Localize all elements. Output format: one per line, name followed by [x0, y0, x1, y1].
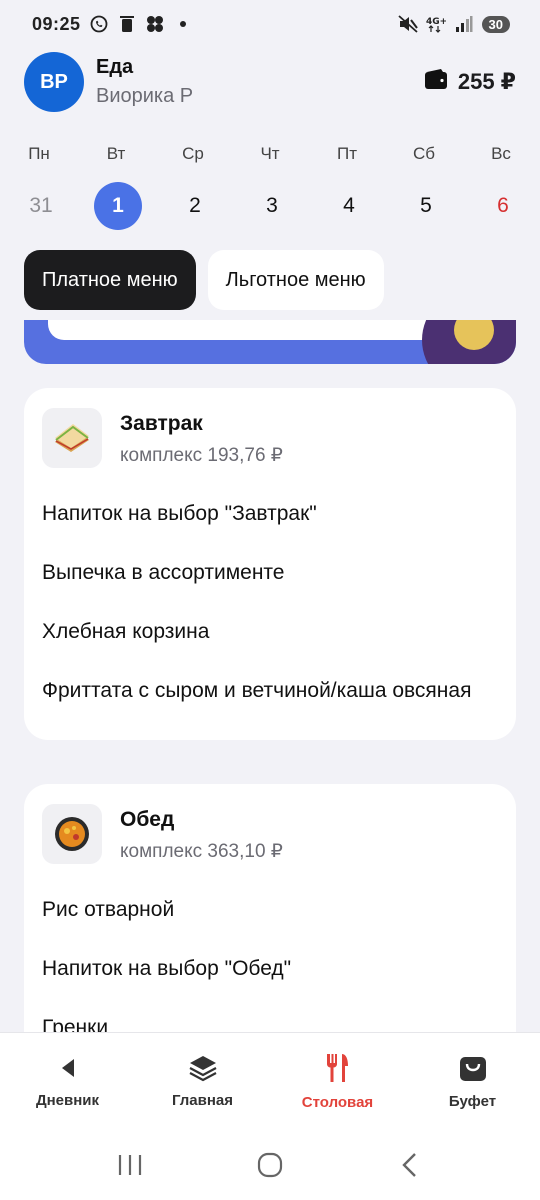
recents-button[interactable] [106, 1141, 154, 1189]
layers-icon [188, 1054, 218, 1086]
header: ВР Еда Виорика Р 255 ₽ [24, 52, 516, 112]
promo-banner[interactable] [24, 320, 516, 364]
meal-card-lunch[interactable]: Обед комплекс 363,10 ₽ Рис отварной Напи… [24, 784, 516, 1032]
nav-label: Столовая [301, 1094, 374, 1111]
pan-dish-icon [42, 804, 102, 864]
svg-text:4G+: 4G+ [426, 17, 446, 27]
day-of-week-label: Пт [336, 144, 357, 163]
battery-indicator: 30 [481, 15, 510, 33]
day-of-week-label: Вт [106, 144, 126, 163]
mute-icon [397, 14, 418, 34]
list-item: Хлебная корзина [42, 620, 210, 643]
meal-title: Завтрак [120, 412, 203, 435]
list-item: Напиток на выбор "Завтрак" [42, 502, 317, 525]
meal-header: Завтрак комплекс 193,76 ₽ [42, 408, 498, 468]
4g-icon: 4G+ [426, 14, 446, 34]
sandwich-icon [42, 408, 102, 468]
tab-paid-menu[interactable]: Платное меню [24, 250, 196, 310]
banner-illustration-detail [454, 320, 494, 350]
home-button[interactable] [246, 1141, 294, 1189]
date-3[interactable]: 3 [248, 182, 296, 230]
list-item: Гренки [42, 1016, 109, 1032]
nav-label: Буфет [448, 1093, 497, 1110]
system-nav-bar [0, 1130, 540, 1200]
whatsapp-icon [89, 14, 109, 34]
signal-icon [454, 14, 474, 34]
balance-amount: 255 ₽ [457, 69, 516, 94]
meal-header: Обед комплекс 363,10 ₽ [42, 804, 498, 864]
meal-title: Обед [120, 808, 175, 831]
bottom-nav: Дневник Главная Столовая Буфет [0, 1032, 540, 1130]
nav-label: Дневник [35, 1092, 100, 1109]
header-texts: Еда Виорика Р [96, 56, 193, 108]
meal-price: комплекс 363,10 ₽ [120, 841, 283, 862]
profile-block[interactable]: ВР Еда Виорика Р [24, 52, 193, 112]
meal-texts: Обед комплекс 363,10 ₽ [120, 804, 283, 863]
day-of-week-label: Чт [260, 144, 280, 163]
week-selector: Пн Вт Ср Чт Пт Сб Вс 31 1 2 3 4 5 6 [0, 140, 540, 230]
status-right: 4G+ 30 [397, 14, 510, 34]
dot-icon [173, 14, 193, 34]
tab-benefit-menu[interactable]: Льготное меню [207, 250, 384, 310]
wallet-icon [424, 68, 448, 96]
back-button[interactable] [386, 1141, 434, 1189]
nav-buffet[interactable]: Буфет [405, 1033, 540, 1130]
fork-knife-icon [324, 1052, 352, 1088]
meal-card-breakfast[interactable]: Завтрак комплекс 193,76 ₽ Напиток на выб… [24, 388, 516, 740]
clover-icon [145, 14, 165, 34]
nav-canteen[interactable]: Столовая [270, 1033, 405, 1130]
day-of-week-label: Вс [491, 144, 511, 163]
date-2[interactable]: 2 [171, 182, 219, 230]
list-item: Напиток на выбор "Обед" [42, 957, 292, 980]
status-left: 09:25 [32, 14, 193, 35]
meal-texts: Завтрак комплекс 193,76 ₽ [120, 408, 283, 467]
day-of-week-label: Пн [28, 144, 50, 163]
banner-illustration-icon [422, 320, 516, 364]
days-of-week-row: Пн Вт Ср Чт Пт Сб Вс [0, 140, 540, 168]
nav-label: Главная [171, 1092, 233, 1109]
list-item: Выпечка в ассортименте [42, 561, 285, 584]
status-time: 09:25 [32, 13, 81, 34]
date-5[interactable]: 5 [402, 182, 450, 230]
page-title: Еда [96, 56, 134, 78]
shopping-bag-icon [458, 1053, 488, 1087]
avatar[interactable]: ВР [24, 52, 84, 112]
banner-card [48, 320, 438, 340]
nav-diary[interactable]: Дневник [0, 1033, 135, 1130]
status-bar: 09:25 4G+ 30 [0, 0, 540, 48]
date-4[interactable]: 4 [325, 182, 373, 230]
dates-row: 31 1 2 3 4 5 6 [0, 182, 540, 230]
day-of-week-label: Ср [182, 144, 204, 163]
list-item: Рис отварной [42, 898, 175, 921]
balance-button[interactable]: 255 ₽ [424, 68, 516, 96]
list-item: Фриттата с сыром и ветчиной/каша овсяная [42, 679, 472, 702]
day-of-week-label: Сб [412, 144, 435, 163]
nav-home[interactable]: Главная [135, 1033, 270, 1130]
play-left-icon [54, 1054, 82, 1086]
meal-price: комплекс 193,76 ₽ [120, 445, 283, 466]
date-1-selected[interactable]: 1 [94, 182, 142, 230]
student-name: Виорика Р [96, 85, 194, 107]
trash-icon [117, 14, 137, 34]
date-6[interactable]: 6 [479, 182, 527, 230]
menu-tabs: Платное меню Льготное меню [24, 250, 384, 310]
date-31[interactable]: 31 [17, 182, 65, 230]
